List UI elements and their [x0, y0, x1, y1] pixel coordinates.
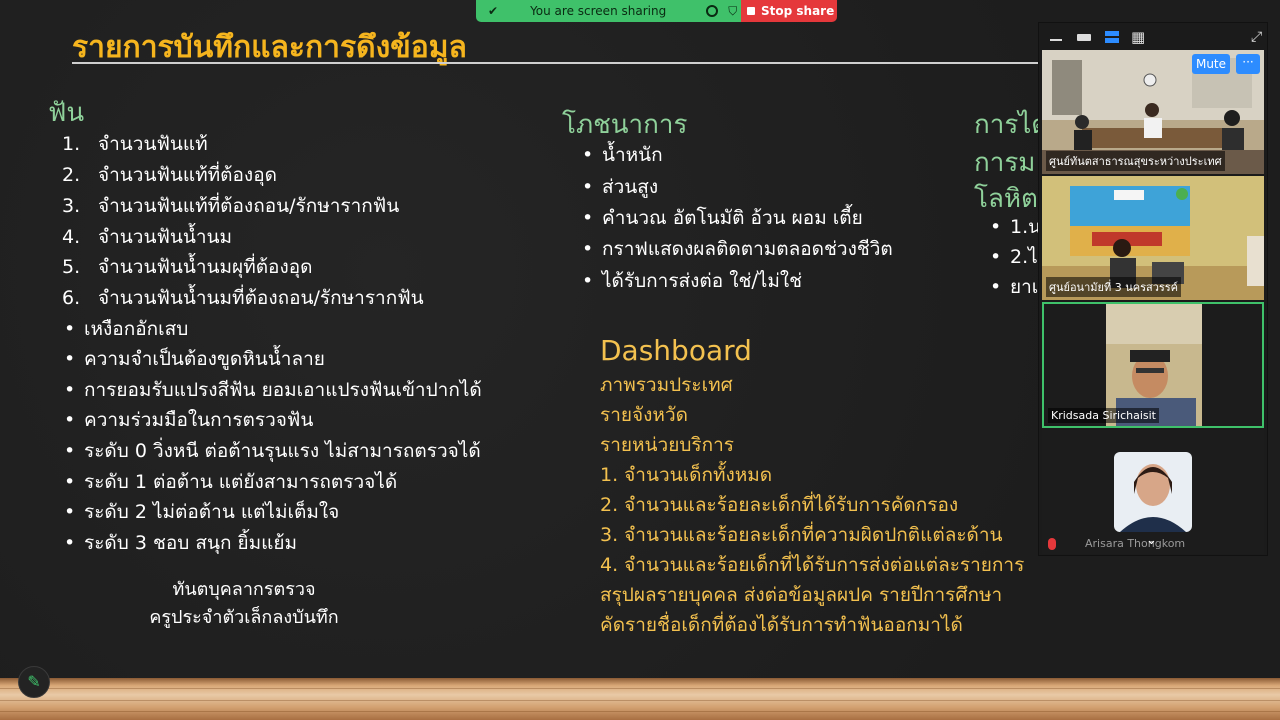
teeth-heading: ฟัน	[48, 98, 85, 128]
teeth-item-1: 1. จำนวนฟันแท้	[62, 133, 208, 155]
dashboard-line: คัดรายชื่อเด็กที่ต้องได้รับการทำฟันออกมา…	[600, 614, 963, 636]
share-status-icon: ✔	[488, 4, 499, 18]
gallery-view-icon[interactable]: ▦	[1131, 28, 1149, 46]
dashboard-line: รายจังหวัด	[600, 404, 688, 426]
panel-toolbar: ▦ ⤢	[1039, 23, 1269, 51]
hide-video-icon[interactable]	[1075, 28, 1093, 46]
partial-heading-line: โลหิต	[974, 184, 1038, 214]
shield-check-icon: ⛉	[728, 3, 738, 18]
nutrition-bullet: ได้รับการส่งต่อ ใช่/ไม่ใช่	[582, 272, 802, 291]
teeth-bullet: ระดับ 3 ชอบ สนุก ยิ้มแย้ม	[64, 534, 297, 553]
teeth-item-5: 5. จำนวนฟันน้ำนมผุที่ต้องอุด	[62, 256, 313, 278]
nutrition-bullet: คำนวณ อัตโนมัติ อ้วน ผอม เตี้ย	[582, 209, 863, 228]
nutrition-bullet: น้ำหนัก	[582, 146, 663, 165]
teeth-bullet: เหงือกอักเสบ	[64, 320, 188, 339]
sharing-label: You are screen sharing	[530, 4, 667, 18]
dashboard-line: ภาพรวมประเทศ	[600, 374, 733, 396]
participant-name: ศูนย์ทันตสาธารณสุขระหว่างประเทศ	[1046, 151, 1225, 171]
teeth-bullet: ระดับ 1 ต่อต้าน แต่ยังสามารถตรวจได้	[64, 473, 397, 492]
partial-bullet: ยาเ	[990, 278, 1038, 297]
screen-share-bar: ✔ You are screen sharing ⛉ Stop share	[476, 0, 837, 22]
mute-button[interactable]: Mute	[1192, 54, 1230, 74]
participant-tile[interactable]: Arisara Thongkom ⌄	[1042, 430, 1264, 554]
teeth-bullet: ระดับ 2 ไม่ต่อต้าน แต่ไม่เต็มใจ	[64, 503, 339, 522]
teeth-bullet: การยอมรับแปรงสีฟัน ยอมเอาแปรงฟันเข้าปากไ…	[64, 381, 482, 400]
dashboard-line: 3. จำนวนและร้อยละเด็กที่ความผิดปกติแต่ละ…	[600, 524, 1003, 546]
record-circle-icon[interactable]	[706, 5, 719, 17]
partial-bullet: 1.น	[990, 218, 1041, 237]
mic-muted-icon	[1048, 538, 1056, 550]
expand-icon[interactable]: ⤢	[1251, 28, 1269, 46]
partial-heading-line: การม	[974, 148, 1036, 178]
teeth-footer-2: ครูประจำตัวเล็กลงบันทึก	[149, 607, 339, 628]
participant-name: Kridsada Sirichaisit	[1048, 408, 1159, 423]
more-options-button[interactable]: ···	[1236, 54, 1260, 74]
title-rule	[72, 62, 1040, 64]
teeth-item-3: 3. จำนวนฟันแท้ที่ต้องถอน/รักษารากฟัน	[62, 195, 400, 217]
nutrition-heading: โภชนาการ	[562, 110, 688, 140]
teeth-bullet: ความจำเป็นต้องขูดหินน้ำลาย	[64, 350, 325, 369]
participant-name: Arisara Thongkom	[1085, 537, 1186, 550]
sharing-indicator: ✔ You are screen sharing ⛉	[476, 0, 741, 22]
partial-bullet: 2.ไ	[990, 248, 1038, 267]
teeth-bullet: ระดับ 0 วิ่งหนี ต่อต้านรุนแรง ไม่สามารถต…	[64, 442, 481, 461]
teeth-item-4: 4. จำนวนฟันน้ำนม	[62, 226, 233, 248]
stop-square-icon	[747, 7, 755, 15]
dashboard-line: รายหน่วยบริการ	[600, 434, 734, 456]
nutrition-bullet: ส่วนสูง	[582, 178, 658, 197]
dashboard-line: 2. จำนวนและร้อยละเด็กที่ได้รับการคัดกรอง	[600, 494, 959, 516]
minimize-icon[interactable]	[1047, 28, 1065, 46]
nutrition-bullet: กราฟแสดงผลติดตามตลอดช่วงชีวิต	[582, 240, 893, 259]
stop-share-label: Stop share	[761, 4, 835, 18]
participant-tile[interactable]: ศูนย์อนามัยที่ 3 นครสวรรค์	[1042, 176, 1264, 300]
annotate-pencil-icon[interactable]: ✎	[18, 666, 50, 698]
chevron-down-icon[interactable]: ⌄	[1146, 533, 1157, 548]
wood-ledge	[0, 678, 1280, 720]
participant-tile[interactable]: Mute ··· ศูนย์ทันตสาธารณสุขระหว่างประเทศ	[1042, 50, 1264, 174]
dashboard-heading: Dashboard	[600, 334, 752, 367]
participant-tile-active[interactable]: Kridsada Sirichaisit	[1042, 302, 1264, 428]
dashboard-line: สรุปผลรายบุคคล ส่งต่อข้อมูลผปค รายปีการศ…	[600, 584, 1003, 606]
dashboard-line: 1. จำนวนเด็กทั้งหมด	[600, 464, 773, 486]
participant-name: ศูนย์อนามัยที่ 3 นครสวรรค์	[1046, 277, 1182, 297]
stop-share-button[interactable]: Stop share	[741, 0, 837, 22]
teeth-item-2: 2. จำนวนฟันแท้ที่ต้องอุด	[62, 164, 277, 186]
teeth-bullet: ความร่วมมือในการตรวจฟัน	[64, 411, 313, 430]
dashboard-line: 4. จำนวนและร้อยเด็กที่ได้รับการส่งต่อแต่…	[600, 554, 1025, 576]
teeth-item-6: 6. จำนวนฟันน้ำนมที่ต้องถอน/รักษารากฟัน	[62, 287, 424, 309]
speaker-view-icon[interactable]	[1103, 28, 1121, 46]
teeth-footer-1: ทันตบุคลากรตรวจ	[172, 579, 316, 600]
